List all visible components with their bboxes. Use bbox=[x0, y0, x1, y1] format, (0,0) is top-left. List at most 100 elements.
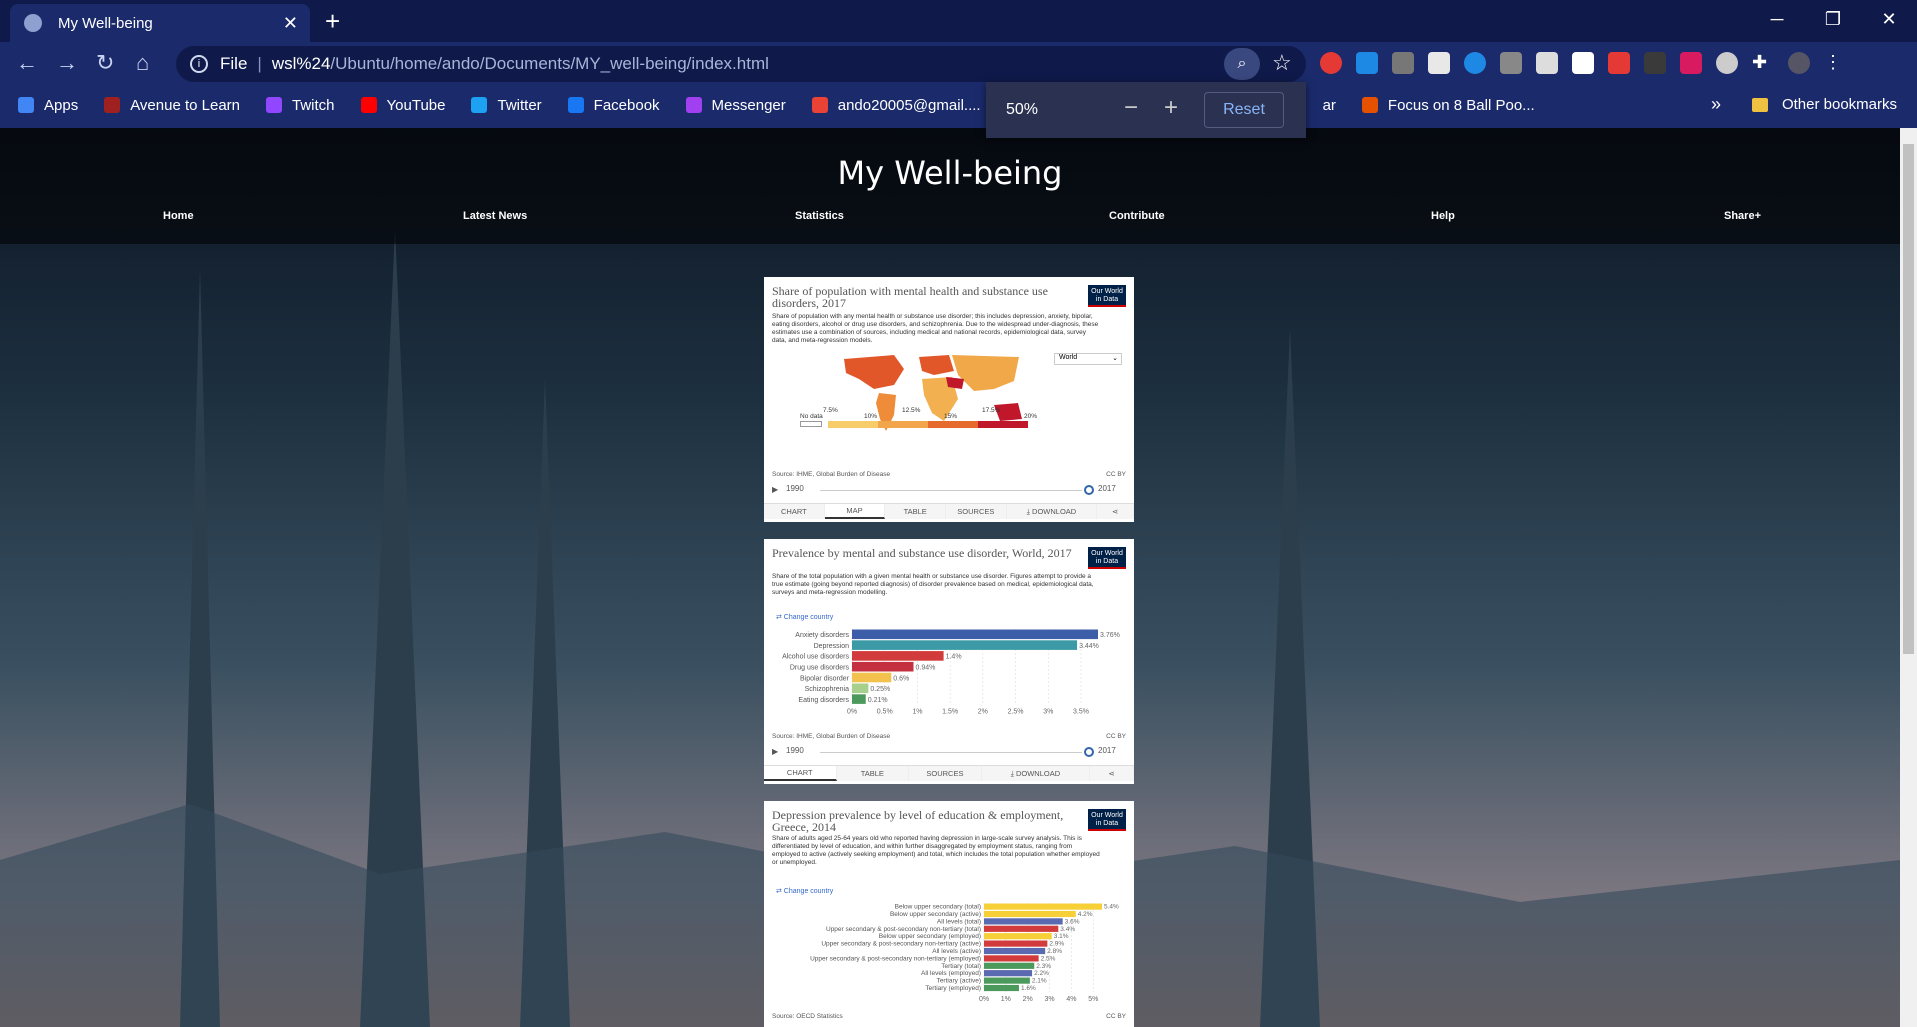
address-bar[interactable]: i File | wsl%24 /Ubuntu/home/ando/Docume… bbox=[176, 46, 1306, 82]
nav-contribute[interactable]: Contribute bbox=[1109, 210, 1165, 222]
timeline-end-year: 2017 bbox=[1098, 484, 1116, 493]
tab-sources[interactable]: SOURCES bbox=[909, 766, 982, 781]
nav-latest-news[interactable]: Latest News bbox=[463, 210, 527, 222]
extension-icon[interactable] bbox=[1428, 52, 1450, 74]
close-window-button[interactable]: ✕ bbox=[1861, 0, 1917, 38]
bar bbox=[984, 925, 1059, 932]
legend-label: 12.5% bbox=[902, 407, 921, 414]
timeline-start-year: 1990 bbox=[786, 484, 804, 493]
info-icon[interactable]: i bbox=[190, 55, 208, 73]
tab-chart[interactable]: CHART bbox=[764, 504, 825, 519]
bookmark-item[interactable]: Avenue to Learn bbox=[104, 97, 240, 114]
share-icon[interactable]: ⋖ bbox=[1097, 504, 1134, 519]
restore-button[interactable]: ❐ bbox=[1805, 0, 1861, 38]
bookmark-icon bbox=[360, 97, 377, 113]
page-scrollbar[interactable] bbox=[1900, 128, 1917, 1027]
timeline: ▶ 1990 2017 bbox=[772, 484, 1126, 496]
other-bookmarks[interactable]: Other bookmarks bbox=[1751, 96, 1897, 113]
close-icon[interactable]: ✕ bbox=[283, 13, 298, 34]
bookmark-item[interactable]: Apps bbox=[18, 97, 78, 114]
zoom-icon[interactable]: ⌕ bbox=[1224, 48, 1260, 80]
category-label: Below upper secondary (employed) bbox=[879, 933, 981, 940]
new-tab-button[interactable]: + bbox=[325, 6, 340, 37]
zoom-out-button[interactable]: − bbox=[1124, 94, 1138, 122]
bar bbox=[852, 694, 866, 704]
license-text: CC BY bbox=[1106, 733, 1126, 740]
extension-icon[interactable] bbox=[1680, 52, 1702, 74]
extension-icon[interactable] bbox=[1608, 52, 1630, 74]
scrollbar-thumb[interactable] bbox=[1903, 144, 1914, 654]
change-country-button[interactable]: ⇄ Change country bbox=[776, 887, 833, 895]
x-tick-label: 2% bbox=[978, 709, 988, 716]
back-button[interactable]: ← bbox=[16, 50, 38, 76]
timeline-track[interactable] bbox=[820, 490, 1082, 491]
timeline-handle[interactable] bbox=[1084, 485, 1094, 495]
extension-icon[interactable] bbox=[1320, 52, 1342, 74]
nav-statistics[interactable]: Statistics bbox=[795, 210, 844, 222]
change-country-button[interactable]: ⇄ Change country bbox=[776, 613, 833, 621]
puzzle-icon[interactable]: ✚ bbox=[1752, 52, 1774, 74]
forward-button[interactable]: → bbox=[56, 50, 78, 76]
extension-icon[interactable] bbox=[1536, 52, 1558, 74]
extension-icon[interactable] bbox=[1716, 52, 1738, 74]
region-select[interactable]: World ⌄ bbox=[1054, 353, 1122, 365]
more-bookmarks-button[interactable]: » bbox=[1711, 94, 1721, 115]
share-icon[interactable]: ⋖ bbox=[1090, 766, 1134, 781]
tab-download[interactable]: ⤓ DOWNLOAD bbox=[1007, 504, 1098, 519]
extension-icon[interactable] bbox=[1572, 52, 1594, 74]
tab-download[interactable]: ⤓ DOWNLOAD bbox=[982, 766, 1091, 781]
bookmark-icon bbox=[685, 97, 702, 113]
play-icon[interactable]: ▶ bbox=[772, 485, 778, 494]
nav-share[interactable]: Share+ bbox=[1724, 210, 1761, 222]
extension-icon[interactable] bbox=[1392, 52, 1414, 74]
x-tick-label: 1% bbox=[1001, 996, 1011, 1003]
tab-table[interactable]: TABLE bbox=[837, 766, 910, 781]
bar bbox=[984, 910, 1076, 918]
value-label: 2.3% bbox=[1036, 963, 1051, 970]
timeline-handle[interactable] bbox=[1084, 747, 1094, 757]
bar bbox=[984, 955, 1039, 962]
extension-icon[interactable] bbox=[1464, 52, 1486, 74]
tab-sources[interactable]: SOURCES bbox=[946, 504, 1007, 519]
extension-icon[interactable] bbox=[1356, 52, 1378, 74]
tab-table[interactable]: TABLE bbox=[885, 504, 947, 519]
bookmark-item[interactable]: Twitter bbox=[471, 97, 542, 114]
nav-help[interactable]: Help bbox=[1431, 210, 1455, 222]
bookmark-label: Facebook bbox=[593, 96, 660, 114]
timeline: ▶ 1990 2017 bbox=[772, 746, 1126, 758]
tab-map[interactable]: MAP bbox=[824, 504, 886, 519]
chart-card-prevalence: Prevalence by mental and substance use d… bbox=[764, 539, 1134, 784]
play-icon[interactable]: ▶ bbox=[772, 747, 778, 756]
bookmark-focus[interactable]: Focus on 8 Ball Poo... bbox=[1361, 97, 1535, 114]
bookmark-icon bbox=[1361, 97, 1378, 113]
value-label: 2.1% bbox=[1032, 978, 1047, 985]
map-legend: No data 7.5% 10% 12.5% 15% 17.5% 20% bbox=[800, 407, 1040, 431]
bar bbox=[984, 977, 1030, 984]
browser-tab[interactable]: My Well-being ✕ bbox=[10, 4, 310, 42]
bookmark-item[interactable]: YouTube bbox=[360, 97, 445, 114]
zoom-reset-button[interactable]: Reset bbox=[1204, 92, 1284, 128]
menu-icon[interactable]: ⋮ bbox=[1824, 52, 1842, 74]
bookmark-item[interactable]: Messenger bbox=[685, 97, 786, 114]
x-tick-label: 4% bbox=[1066, 996, 1076, 1003]
timeline-track[interactable] bbox=[820, 752, 1082, 753]
bookmark-item[interactable]: ando20005@gmail.... bbox=[811, 97, 981, 114]
bookmark-star-icon[interactable]: ☆ bbox=[1272, 50, 1292, 76]
home-button[interactable]: ⌂ bbox=[136, 50, 149, 76]
bar bbox=[852, 683, 869, 694]
zoom-in-button[interactable]: + bbox=[1164, 94, 1178, 122]
page-content: My Well-being Home Latest News Statistic… bbox=[0, 128, 1900, 1027]
reload-button[interactable]: ↻ bbox=[96, 50, 114, 76]
bookmark-partial[interactable]: ar bbox=[1323, 97, 1336, 114]
url-scheme: File bbox=[220, 54, 248, 73]
nav-home[interactable]: Home bbox=[163, 210, 194, 222]
avatar[interactable] bbox=[1788, 52, 1810, 74]
owid-logo: Our World in Data bbox=[1088, 285, 1126, 307]
minimize-button[interactable]: ─ bbox=[1749, 0, 1805, 38]
extension-icon[interactable] bbox=[1644, 52, 1666, 74]
tab-chart[interactable]: CHART bbox=[764, 766, 837, 781]
bar bbox=[984, 947, 1046, 955]
bookmark-item[interactable]: Facebook bbox=[567, 96, 660, 114]
bookmark-item[interactable]: Twitch bbox=[266, 97, 335, 114]
extension-icon[interactable] bbox=[1500, 52, 1522, 74]
